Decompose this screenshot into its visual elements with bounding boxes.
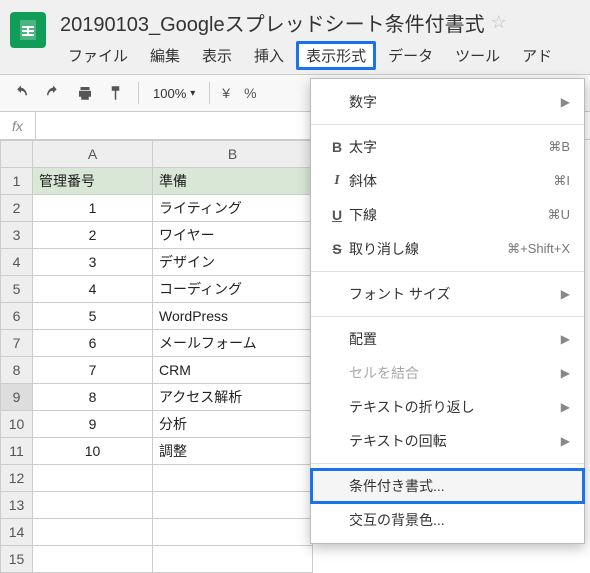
row-header[interactable]: 3: [1, 222, 33, 249]
menu-format[interactable]: 表示形式: [296, 41, 376, 70]
row-header[interactable]: 14: [1, 519, 33, 546]
cell[interactable]: 8: [33, 384, 153, 411]
row-header[interactable]: 11: [1, 438, 33, 465]
menu-number[interactable]: 数字▶: [311, 85, 584, 119]
cell[interactable]: アクセス解析: [153, 384, 313, 411]
row-header[interactable]: 10: [1, 411, 33, 438]
redo-button[interactable]: [38, 78, 68, 108]
row-header[interactable]: 4: [1, 249, 33, 276]
cell[interactable]: WordPress: [153, 303, 313, 330]
menu-text-rotate[interactable]: テキストの回転▶: [311, 424, 584, 458]
row-header[interactable]: 7: [1, 330, 33, 357]
chevron-right-icon: ▶: [561, 287, 570, 301]
column-header-A[interactable]: A: [33, 141, 153, 168]
star-icon[interactable]: ☆: [491, 12, 507, 33]
cell[interactable]: [153, 519, 313, 546]
cell[interactable]: [33, 492, 153, 519]
chevron-right-icon: ▶: [561, 366, 570, 380]
cell[interactable]: 9: [33, 411, 153, 438]
row-header[interactable]: 9: [1, 384, 33, 411]
cell[interactable]: 分析: [153, 411, 313, 438]
chevron-right-icon: ▶: [561, 400, 570, 414]
print-button[interactable]: [70, 78, 100, 108]
menu-italic[interactable]: I 斜体 ⌘I: [311, 164, 584, 198]
menu-insert[interactable]: 挿入: [244, 41, 294, 70]
cell[interactable]: 調整: [153, 438, 313, 465]
cell[interactable]: コーディング: [153, 276, 313, 303]
cell[interactable]: CRM: [153, 357, 313, 384]
paint-format-button[interactable]: [102, 78, 132, 108]
cell[interactable]: 10: [33, 438, 153, 465]
row-header[interactable]: 2: [1, 195, 33, 222]
strikethrough-icon: S: [325, 241, 349, 257]
menu-conditional-formatting[interactable]: 条件付き書式...: [311, 469, 584, 503]
row-header[interactable]: 1: [1, 168, 33, 195]
menu-view[interactable]: 表示: [192, 41, 242, 70]
menu-data[interactable]: データ: [378, 41, 443, 70]
cell[interactable]: 管理番号: [33, 168, 153, 195]
row-header[interactable]: 8: [1, 357, 33, 384]
menu-alternating-colors[interactable]: 交互の背景色...: [311, 503, 584, 537]
select-all-corner[interactable]: [1, 141, 33, 168]
menu-align[interactable]: 配置▶: [311, 322, 584, 356]
cell[interactable]: 5: [33, 303, 153, 330]
currency-button[interactable]: ¥: [216, 85, 236, 101]
menu-addons[interactable]: アド: [512, 41, 562, 70]
menu-tools[interactable]: ツール: [445, 41, 510, 70]
cell[interactable]: [33, 546, 153, 573]
format-menu-dropdown: 数字▶ B 太字 ⌘B I 斜体 ⌘I U 下線 ⌘U S 取り消し線 ⌘+Sh…: [310, 78, 585, 544]
chevron-down-icon: ▾: [190, 88, 195, 99]
document-title[interactable]: 20190103_Googleスプレッドシート条件付書式: [58, 6, 487, 39]
row-header[interactable]: 13: [1, 492, 33, 519]
menu-edit[interactable]: 編集: [140, 41, 190, 70]
cell[interactable]: メールフォーム: [153, 330, 313, 357]
row-header[interactable]: 12: [1, 465, 33, 492]
underline-icon: U: [325, 207, 349, 223]
cell[interactable]: 7: [33, 357, 153, 384]
row-header[interactable]: 5: [1, 276, 33, 303]
cell[interactable]: デザイン: [153, 249, 313, 276]
cell[interactable]: 準備: [153, 168, 313, 195]
cell[interactable]: [33, 465, 153, 492]
undo-button[interactable]: [6, 78, 36, 108]
cell[interactable]: ワイヤー: [153, 222, 313, 249]
cell[interactable]: 4: [33, 276, 153, 303]
chevron-right-icon: ▶: [561, 434, 570, 448]
chevron-right-icon: ▶: [561, 332, 570, 346]
menu-merge-cells: セルを結合▶: [311, 356, 584, 390]
percent-button[interactable]: %: [238, 85, 262, 101]
cell[interactable]: ライティング: [153, 195, 313, 222]
cell[interactable]: [153, 492, 313, 519]
menu-strikethrough[interactable]: S 取り消し線 ⌘+Shift+X: [311, 232, 584, 266]
cell[interactable]: 1: [33, 195, 153, 222]
cell[interactable]: [33, 519, 153, 546]
sheets-app-icon: [10, 12, 46, 48]
bold-icon: B: [325, 139, 349, 155]
spreadsheet-grid[interactable]: A B 1 管理番号 準備 21ライティング32ワイヤー43デザイン54コーディ…: [0, 140, 313, 573]
row-header[interactable]: 6: [1, 303, 33, 330]
cell[interactable]: [153, 546, 313, 573]
menu-font-size[interactable]: フォント サイズ▶: [311, 277, 584, 311]
menu-underline[interactable]: U 下線 ⌘U: [311, 198, 584, 232]
menu-bold[interactable]: B 太字 ⌘B: [311, 130, 584, 164]
menu-file[interactable]: ファイル: [58, 41, 138, 70]
menu-text-wrap[interactable]: テキストの折り返し▶: [311, 390, 584, 424]
cell[interactable]: 6: [33, 330, 153, 357]
cell[interactable]: 2: [33, 222, 153, 249]
zoom-select[interactable]: 100%▾: [145, 86, 203, 101]
fx-label: fx: [0, 112, 36, 139]
cell[interactable]: 3: [33, 249, 153, 276]
chevron-right-icon: ▶: [561, 95, 570, 109]
menubar: ファイル 編集 表示 挿入 表示形式 データ ツール アド: [58, 39, 562, 74]
row-header[interactable]: 15: [1, 546, 33, 573]
column-header-B[interactable]: B: [153, 141, 313, 168]
italic-icon: I: [325, 173, 349, 189]
cell[interactable]: [153, 465, 313, 492]
